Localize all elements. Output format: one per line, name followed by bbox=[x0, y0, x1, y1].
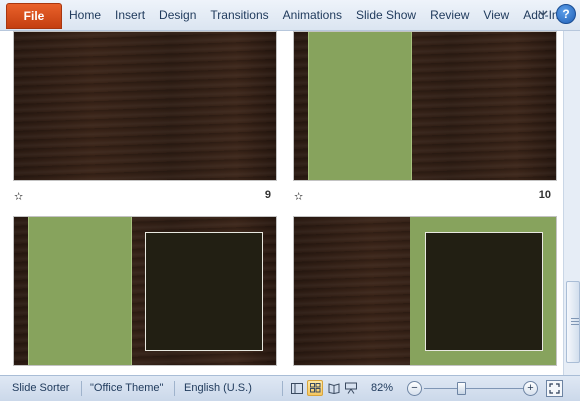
zoom-level[interactable]: 82% bbox=[371, 382, 393, 394]
ribbon-right-icons: ? bbox=[538, 4, 576, 24]
language-indicator[interactable]: English (U.S.) bbox=[184, 382, 252, 394]
slide-thumbnail-9[interactable] bbox=[13, 31, 277, 181]
green-panel bbox=[28, 217, 132, 365]
slide-thumbnail-10[interactable] bbox=[293, 31, 557, 181]
normal-view-icon[interactable] bbox=[289, 380, 305, 396]
view-name: Slide Sorter bbox=[12, 382, 70, 394]
slide-thumbnail-11[interactable] bbox=[13, 216, 277, 366]
scrollbar-thumb[interactable] bbox=[566, 281, 580, 363]
zoom-out-button[interactable]: − bbox=[407, 381, 422, 396]
minimize-ribbon-chevron-icon[interactable] bbox=[538, 8, 548, 21]
slide-show-view-icon[interactable] bbox=[343, 380, 359, 396]
ribbon-tab-bar: File Home Insert Design Transitions Anim… bbox=[0, 0, 580, 31]
reading-view-icon[interactable] bbox=[326, 380, 342, 396]
tab-view[interactable]: View bbox=[476, 8, 516, 22]
content-placeholder bbox=[425, 232, 543, 351]
tab-transitions[interactable]: Transitions bbox=[203, 8, 275, 22]
fit-to-window-icon[interactable] bbox=[546, 380, 563, 397]
status-bar: Slide Sorter "Office Theme" English (U.S… bbox=[0, 375, 580, 401]
slide-number: 10 bbox=[538, 189, 551, 201]
tab-animations[interactable]: Animations bbox=[276, 8, 349, 22]
slide-thumbnail-12[interactable] bbox=[293, 216, 557, 366]
transition-star-icon[interactable]: ✫ bbox=[14, 190, 23, 203]
transition-star-icon[interactable]: ✫ bbox=[294, 190, 303, 203]
zoom-in-button[interactable]: + bbox=[523, 381, 538, 396]
zoom-slider-thumb[interactable] bbox=[457, 382, 466, 395]
slide-sorter-pane: ✫ 9 ✫ 10 bbox=[0, 31, 563, 375]
help-icon[interactable]: ? bbox=[556, 4, 576, 24]
slide-sorter-view-icon[interactable] bbox=[307, 380, 323, 396]
tab-design[interactable]: Design bbox=[152, 8, 203, 22]
green-panel bbox=[308, 32, 412, 180]
tab-insert[interactable]: Insert bbox=[108, 8, 152, 22]
content-placeholder bbox=[145, 232, 263, 351]
slide-number: 9 bbox=[264, 189, 271, 201]
tab-review[interactable]: Review bbox=[423, 8, 476, 22]
vertical-scrollbar[interactable] bbox=[563, 31, 580, 375]
tab-slide-show[interactable]: Slide Show bbox=[349, 8, 423, 22]
ribbon-tabs: Home Insert Design Transitions Animation… bbox=[62, 0, 572, 30]
file-tab[interactable]: File bbox=[6, 3, 62, 29]
zoom-slider-track[interactable] bbox=[424, 388, 524, 389]
tab-home[interactable]: Home bbox=[62, 8, 108, 22]
theme-name[interactable]: "Office Theme" bbox=[90, 382, 163, 394]
